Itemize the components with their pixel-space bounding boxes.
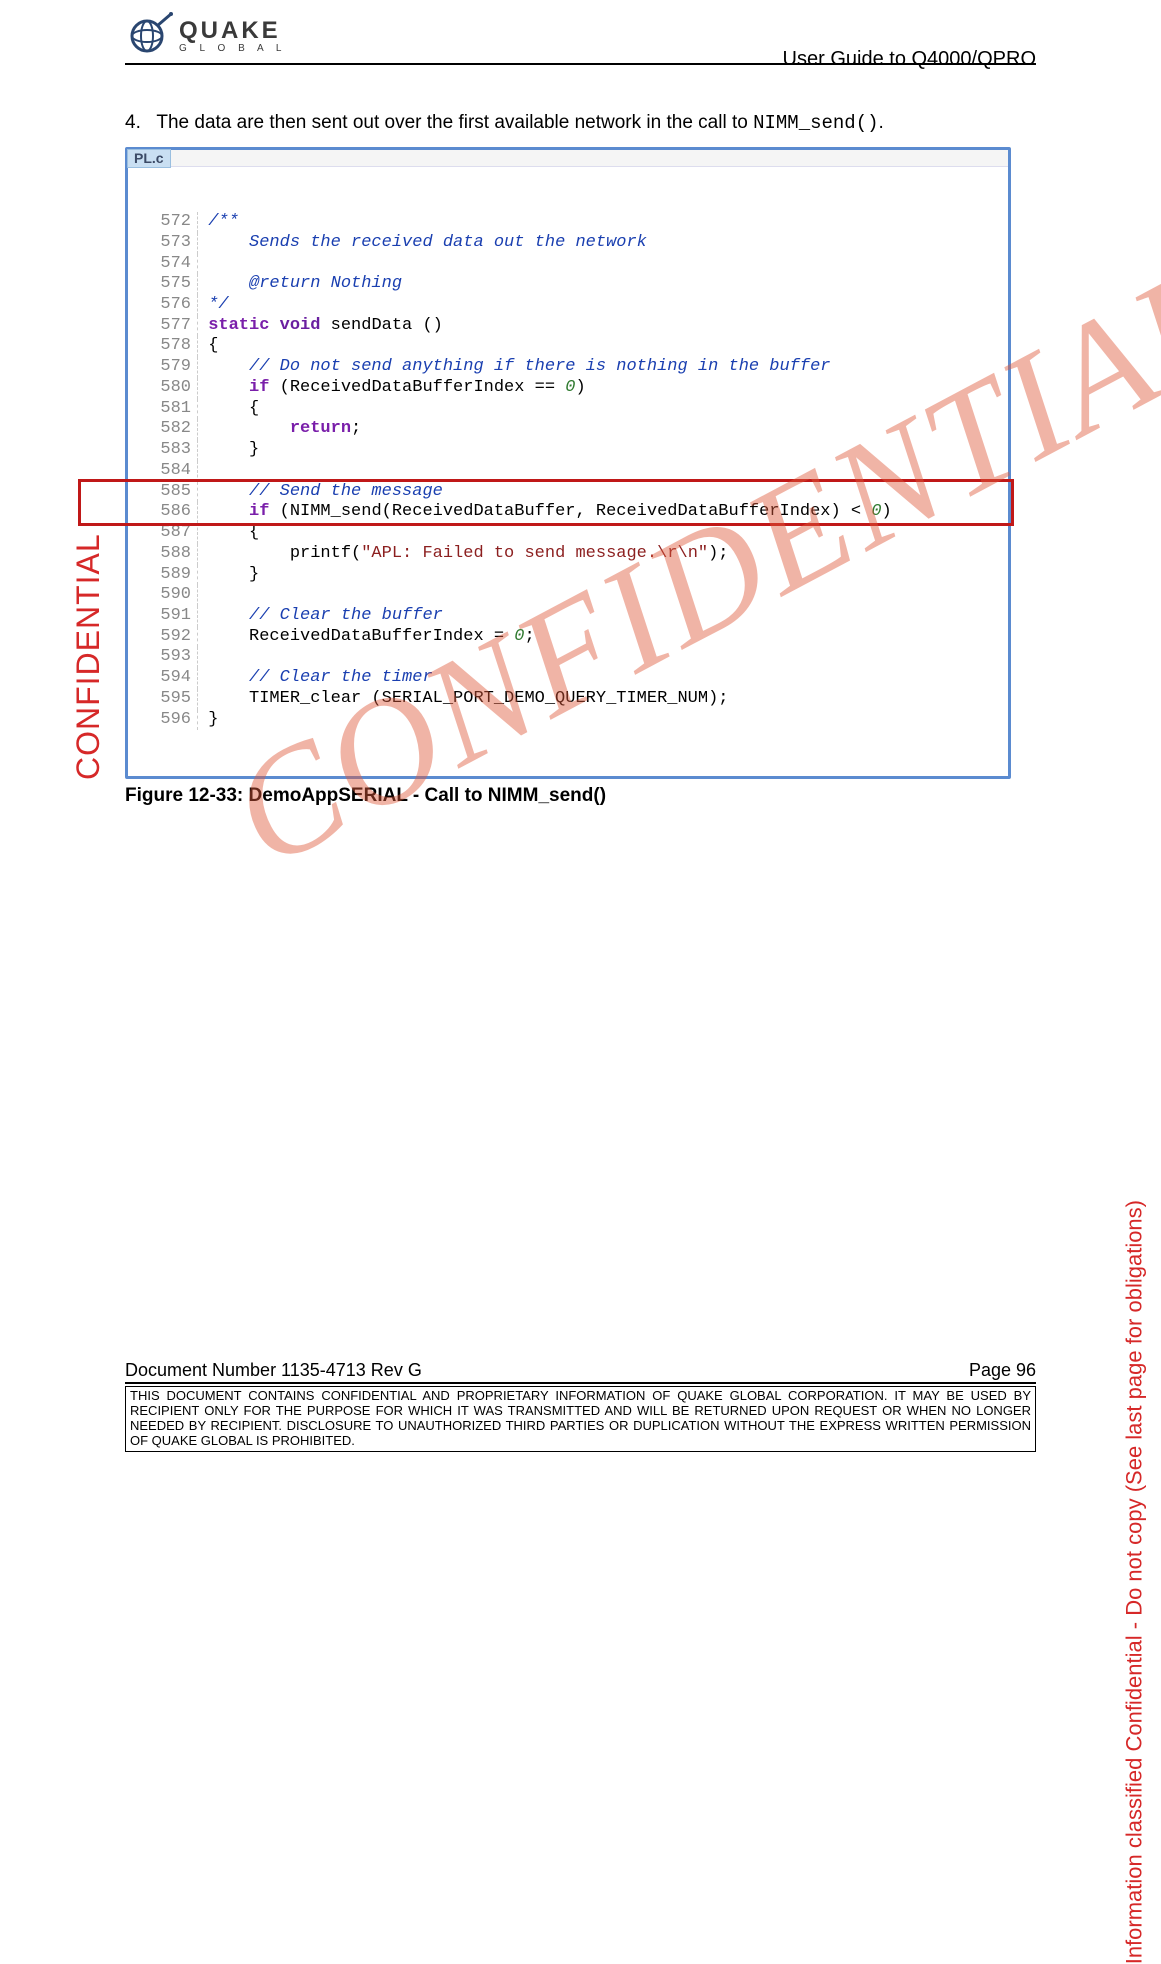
code-line: 594 // Clear the timer <box>130 668 1006 689</box>
line-content: { <box>198 336 218 355</box>
line-number: 593 <box>142 647 198 668</box>
page-footer: Document Number 1135-4713 Rev G Page 96 … <box>125 1360 1036 1452</box>
line-content: */ <box>198 295 229 314</box>
document-title: User Guide to Q4000/QPRO <box>783 48 1036 71</box>
page-number: Page 96 <box>969 1360 1036 1381</box>
header-rule <box>125 63 1036 65</box>
code-tab: PL.c <box>127 149 171 168</box>
line-content <box>198 585 208 604</box>
line-number: 584 <box>142 461 198 482</box>
code-line: 582 return; <box>130 419 1006 440</box>
line-number: 573 <box>142 233 198 254</box>
para-text-before: The data are then sent out over the firs… <box>156 112 753 133</box>
doc-number: Document Number 1135-4713 Rev G <box>125 1360 422 1381</box>
line-content: if (ReceivedDataBufferIndex == 0) <box>198 378 586 397</box>
code-line: 591 // Clear the buffer <box>130 606 1006 627</box>
line-number: 590 <box>142 585 198 606</box>
code-line: 586 if (NIMM_send(ReceivedDataBuffer, Re… <box>130 502 1006 523</box>
line-content: if (NIMM_send(ReceivedDataBuffer, Receiv… <box>198 502 892 521</box>
line-number: 581 <box>142 399 198 420</box>
line-number: 585 <box>142 482 198 503</box>
list-number: 4. <box>125 112 141 133</box>
body-paragraph: 4. The data are then sent out over the f… <box>125 110 1011 137</box>
line-number: 575 <box>142 274 198 295</box>
page-header: QUAKE G L O B A L User Guide to Q4000/QP… <box>125 12 1036 60</box>
line-number: 577 <box>142 316 198 337</box>
line-content: static void sendData () <box>198 316 443 335</box>
line-number: 583 <box>142 440 198 461</box>
para-text-after: . <box>879 112 884 133</box>
line-content: /** <box>198 212 239 231</box>
line-number: 589 <box>142 565 198 586</box>
figure-caption: Figure 12-33: DemoAppSERIAL - Call to NI… <box>125 785 1011 807</box>
line-content: } <box>198 710 218 729</box>
line-content: // Do not send anything if there is noth… <box>198 357 831 376</box>
code-line: 588 printf("APL: Failed to send message.… <box>130 544 1006 565</box>
line-number: 595 <box>142 689 198 710</box>
line-content: ReceivedDataBufferIndex = 0; <box>198 627 535 646</box>
line-content <box>198 647 208 666</box>
code-line: 583 } <box>130 440 1006 461</box>
line-content: Sends the received data out the network <box>198 233 647 252</box>
code-line: 585 // Send the message <box>130 482 1006 503</box>
line-number: 587 <box>142 523 198 544</box>
code-line: 587 { <box>130 523 1006 544</box>
code-line: 592 ReceivedDataBufferIndex = 0; <box>130 627 1006 648</box>
line-content: TIMER_clear (SERIAL_PORT_DEMO_QUERY_TIME… <box>198 689 729 708</box>
confidential-watermark-left: CONFIDENTIAL <box>70 533 107 780</box>
code-line: 576 */ <box>130 295 1006 316</box>
line-content: } <box>198 565 259 584</box>
line-content: { <box>198 523 259 542</box>
line-number: 578 <box>142 336 198 357</box>
code-line: 574 <box>130 254 1006 275</box>
code-line: 578 { <box>130 336 1006 357</box>
code-body: 572 /**573 Sends the received data out t… <box>128 167 1008 776</box>
code-line: 595 TIMER_clear (SERIAL_PORT_DEMO_QUERY_… <box>130 689 1006 710</box>
code-line: 590 <box>130 585 1006 606</box>
code-editor-screenshot: PL.c 572 /**573 Sends the received data … <box>125 147 1011 779</box>
confidential-watermark-right: Information classified Confidential - Do… <box>1121 1200 1147 1964</box>
code-line: 573 Sends the received data out the netw… <box>130 233 1006 254</box>
line-number: 582 <box>142 419 198 440</box>
code-line: 580 if (ReceivedDataBufferIndex == 0) <box>130 378 1006 399</box>
code-line: 575 @return Nothing <box>130 274 1006 295</box>
line-number: 594 <box>142 668 198 689</box>
brand-subtitle: G L O B A L <box>179 43 286 54</box>
line-number: 591 <box>142 606 198 627</box>
globe-icon <box>125 12 173 60</box>
code-line: 572 /** <box>130 212 1006 233</box>
line-content <box>198 254 208 273</box>
code-line: 596 } <box>130 710 1006 731</box>
line-content: { <box>198 399 259 418</box>
line-number: 596 <box>142 710 198 731</box>
code-line: 579 // Do not send anything if there is … <box>130 357 1006 378</box>
inline-code: NIMM_send() <box>753 112 878 134</box>
line-number: 586 <box>142 502 198 523</box>
code-line: 589 } <box>130 565 1006 586</box>
line-number: 579 <box>142 357 198 378</box>
code-line: 581 { <box>130 399 1006 420</box>
line-content: printf("APL: Failed to send message.\r\n… <box>198 544 729 563</box>
code-line: 593 <box>130 647 1006 668</box>
code-line: 584 <box>130 461 1006 482</box>
line-number: 592 <box>142 627 198 648</box>
code-line: 577 static void sendData () <box>130 316 1006 337</box>
line-content: // Clear the buffer <box>198 606 443 625</box>
line-content: return; <box>198 419 361 438</box>
disclaimer-text: THIS DOCUMENT CONTAINS CONFIDENTIAL AND … <box>125 1386 1036 1452</box>
line-number: 580 <box>142 378 198 399</box>
line-content <box>198 461 208 480</box>
line-number: 588 <box>142 544 198 565</box>
line-number: 574 <box>142 254 198 275</box>
line-content: // Send the message <box>198 482 443 501</box>
line-number: 576 <box>142 295 198 316</box>
line-content: } <box>198 440 259 459</box>
line-content: @return Nothing <box>198 274 402 293</box>
brand-name: QUAKE <box>179 19 286 43</box>
line-content: // Clear the timer <box>198 668 433 687</box>
code-tabbar: PL.c <box>128 150 1008 167</box>
line-number: 572 <box>142 212 198 233</box>
